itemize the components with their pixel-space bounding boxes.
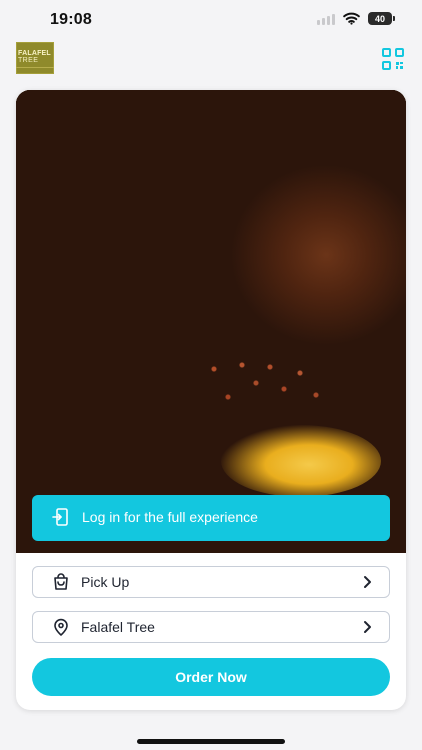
order-now-label: Order Now — [175, 669, 247, 685]
shopping-bag-icon — [54, 573, 68, 590]
hero-image — [16, 90, 406, 553]
order-now-button[interactable]: Order Now — [32, 658, 390, 696]
login-banner-label: Log in for the full experience — [82, 509, 258, 525]
login-banner-button[interactable]: Log in for the full experience — [32, 495, 390, 541]
status-bar: 19:08 40 — [0, 0, 422, 40]
logo-text-line1: FALAFEL — [18, 50, 51, 57]
pickup-option[interactable]: Pick Up — [32, 566, 390, 598]
location-pin-icon — [54, 618, 68, 636]
chevron-right-icon — [364, 576, 371, 588]
qr-code-icon[interactable] — [382, 48, 404, 70]
app-header: FALAFEL TREE — [0, 40, 422, 80]
order-card: Log in for the full experience Pick Up F… — [16, 90, 406, 710]
login-door-icon — [52, 508, 68, 526]
status-icons: 40 — [317, 12, 395, 25]
signal-icon — [317, 13, 335, 25]
falafel-tree-logo: FALAFEL TREE — [16, 42, 54, 74]
battery-indicator: 40 — [368, 12, 395, 25]
location-option-label: Falafel Tree — [81, 619, 155, 635]
wifi-icon — [343, 12, 360, 25]
status-time: 19:08 — [50, 11, 92, 28]
logo-text-line2: TREE — [18, 57, 39, 64]
chevron-right-icon — [364, 621, 371, 633]
location-option[interactable]: Falafel Tree — [32, 611, 390, 643]
home-indicator — [137, 739, 285, 744]
pickup-option-label: Pick Up — [81, 574, 130, 590]
